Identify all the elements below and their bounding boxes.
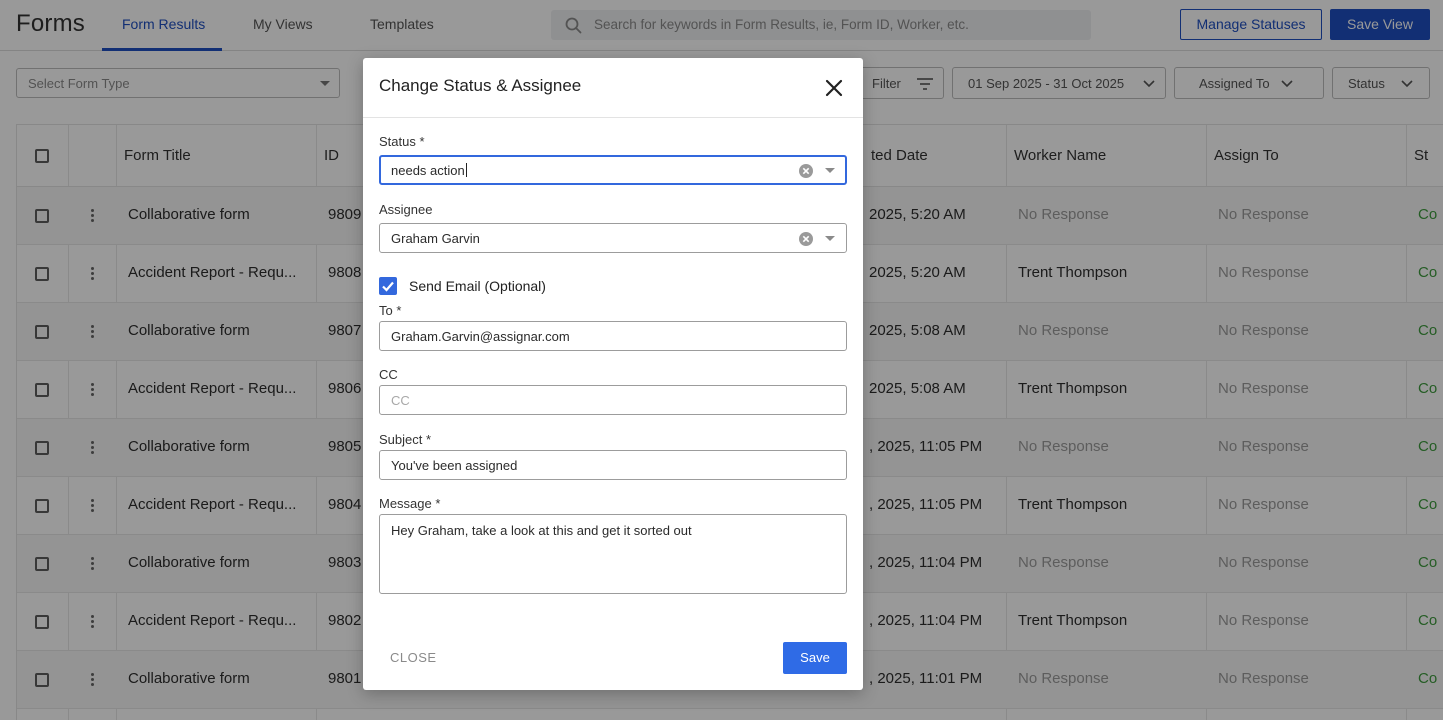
message-label: Message * xyxy=(379,496,441,511)
subject-value: You've been assigned xyxy=(391,458,518,473)
assignee-value: Graham Garvin xyxy=(391,231,480,246)
to-label: To * xyxy=(379,303,402,318)
subject-field[interactable]: You've been assigned xyxy=(379,450,847,480)
status-value: needs action xyxy=(391,163,467,178)
cc-label: CC xyxy=(379,367,398,382)
caret-down-icon[interactable] xyxy=(825,236,835,241)
caret-down-icon[interactable] xyxy=(825,168,835,173)
assignee-label: Assignee xyxy=(379,202,433,217)
clear-icon[interactable] xyxy=(799,232,813,246)
subject-label: Subject * xyxy=(379,432,432,447)
close-icon[interactable] xyxy=(825,79,843,97)
change-status-modal: Change Status & Assignee Status * needs … xyxy=(363,58,863,690)
clear-icon[interactable] xyxy=(799,164,813,178)
text-cursor xyxy=(465,163,467,177)
status-select[interactable]: needs action xyxy=(379,155,847,185)
to-value: Graham.Garvin@assignar.com xyxy=(391,329,570,344)
cc-field[interactable]: CC xyxy=(379,385,847,415)
checkmark-icon xyxy=(382,281,394,292)
to-field[interactable]: Graham.Garvin@assignar.com xyxy=(379,321,847,351)
close-button[interactable]: CLOSE xyxy=(390,650,437,665)
cc-placeholder: CC xyxy=(391,393,410,408)
message-textarea[interactable]: Hey Graham, take a look at this and get … xyxy=(379,514,847,594)
save-button[interactable]: Save xyxy=(783,642,847,674)
assignee-select[interactable]: Graham Garvin xyxy=(379,223,847,253)
send-email-label[interactable]: Send Email (Optional) xyxy=(409,278,546,294)
send-email-checkbox[interactable] xyxy=(379,277,397,295)
message-value: Hey Graham, take a look at this and get … xyxy=(391,523,692,538)
modal-title: Change Status & Assignee xyxy=(379,76,582,95)
status-label: Status * xyxy=(379,134,425,149)
modal-divider xyxy=(363,117,863,118)
